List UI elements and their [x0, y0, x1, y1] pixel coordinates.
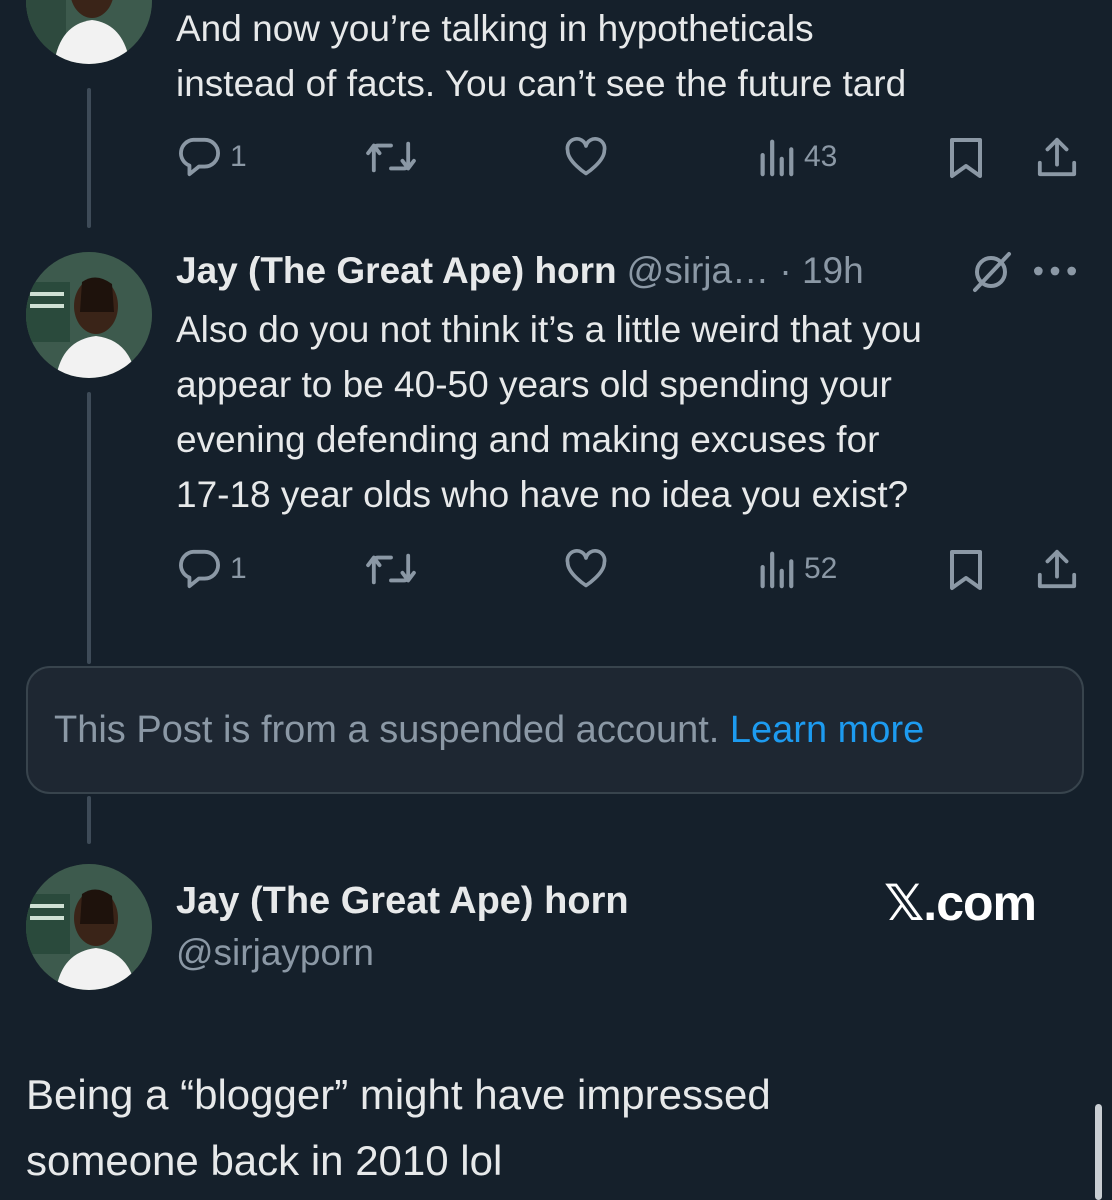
- views-icon: [760, 551, 794, 589]
- retweet-icon: [366, 553, 416, 585]
- tweet-text-line: And now you’re talking in hypotheticals: [176, 8, 814, 49]
- thread-line: [87, 796, 91, 844]
- thread-line: [87, 88, 91, 228]
- share-icon: [1037, 137, 1077, 177]
- reply-button[interactable]: 1: [176, 136, 247, 178]
- avatar[interactable]: [26, 252, 152, 378]
- quote-text-line: Being a “blogger” might have impressed: [26, 1071, 771, 1118]
- quote-text: Being a “blogger” might have impressed s…: [26, 1062, 771, 1194]
- reply-count: 1: [230, 552, 247, 585]
- share-button[interactable]: [1036, 546, 1078, 592]
- views-count: 43: [804, 140, 838, 173]
- tweet-text-line: evening defending and making excuses for: [176, 419, 880, 460]
- reply-count: 1: [230, 140, 247, 173]
- like-button[interactable]: [564, 136, 608, 178]
- bookmark-button[interactable]: [946, 136, 986, 180]
- share-icon: [1037, 549, 1077, 589]
- views-button[interactable]: 52: [756, 548, 837, 590]
- quote-text-line: someone back in 2010 lol: [26, 1137, 503, 1184]
- retweet-button[interactable]: [366, 136, 416, 178]
- x-logo: 𝕏.com: [884, 874, 1037, 932]
- avatar[interactable]: [26, 0, 152, 64]
- x-logo-icon: 𝕏: [884, 874, 924, 932]
- scrollbar[interactable]: [1095, 1104, 1102, 1200]
- share-button[interactable]: [1036, 134, 1078, 180]
- tweet-text-line: appear to be 40-50 years old spending yo…: [176, 364, 892, 405]
- bookmark-button[interactable]: [946, 548, 986, 592]
- thread-line: [87, 392, 91, 664]
- x-logo-suffix: .com: [923, 875, 1037, 931]
- retweet-button[interactable]: [366, 548, 416, 590]
- like-icon: [565, 549, 607, 588]
- suspended-text-row: This Post is from a suspended account. L…: [54, 704, 924, 756]
- suspended-message: This Post is from a suspended account.: [54, 709, 720, 751]
- like-button[interactable]: [564, 548, 608, 590]
- learn-more-link[interactable]: Learn more: [730, 709, 924, 751]
- reply-button[interactable]: 1: [176, 548, 247, 590]
- author-handle-time[interactable]: @sirja… · 19h: [627, 250, 864, 291]
- views-icon: [760, 139, 794, 177]
- quote-author-handle: @sirjayporn: [176, 932, 374, 973]
- views-button[interactable]: 43: [756, 136, 837, 178]
- bookmark-icon: [950, 138, 982, 178]
- suspended-notice: This Post is from a suspended account. L…: [26, 666, 1084, 794]
- author-name[interactable]: Jay (The Great Ape) horn: [176, 250, 617, 291]
- bookmark-icon: [950, 550, 982, 590]
- reply-icon: [179, 137, 220, 177]
- quote-author-name: Jay (The Great Ape) horn: [176, 880, 629, 922]
- tweet-header: Jay (The Great Ape) horn @sirja… · 19h: [176, 248, 864, 294]
- tweet-text-line: Also do you not think it’s a little weir…: [176, 309, 922, 350]
- avatar: [26, 864, 152, 990]
- views-count: 52: [804, 552, 838, 585]
- tweet-text-line: 17-18 year olds who have no idea you exi…: [176, 474, 909, 515]
- grok-icon[interactable]: [966, 250, 1016, 299]
- reply-icon: [179, 549, 220, 589]
- retweet-icon: [366, 141, 416, 173]
- more-icon[interactable]: [1030, 262, 1080, 285]
- tweet-text-line: instead of facts. You can’t see the futu…: [176, 63, 907, 104]
- like-icon: [565, 137, 607, 176]
